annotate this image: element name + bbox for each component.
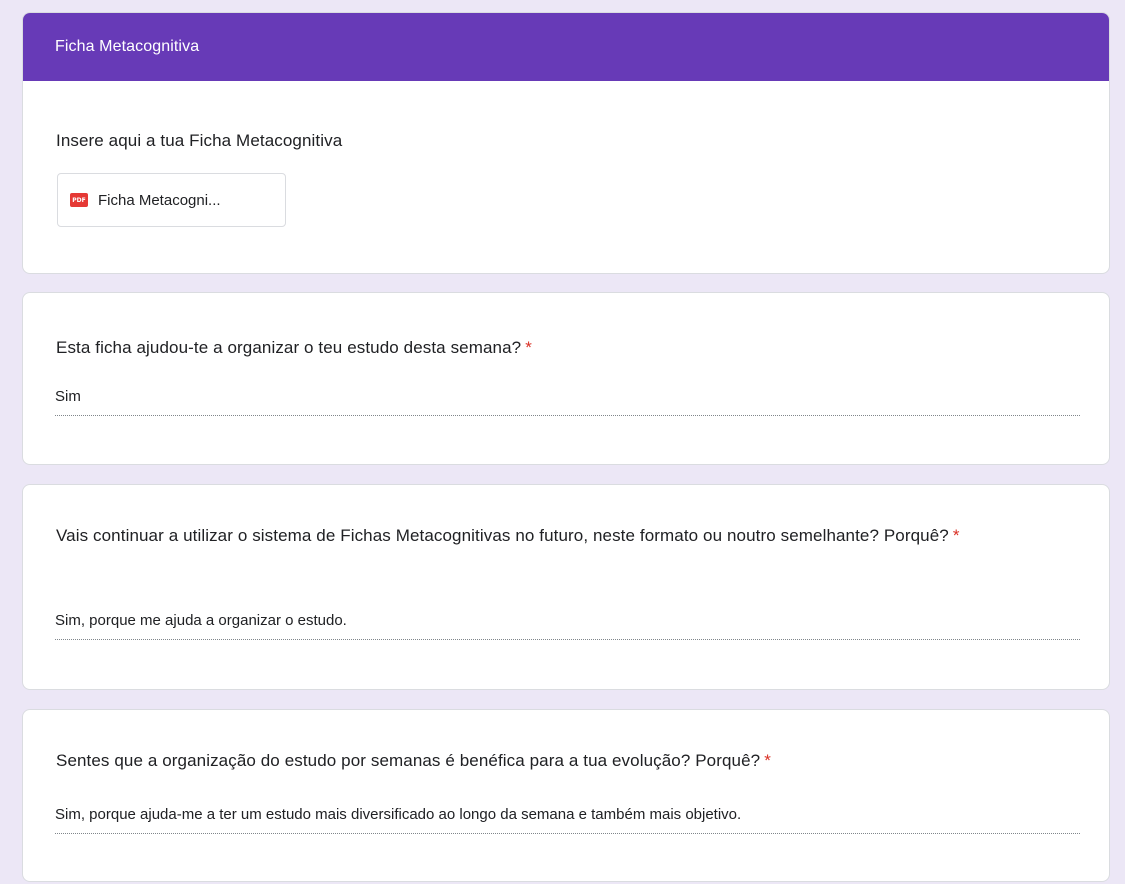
uploaded-file-chip[interactable]: PDF Ficha Metacogni... <box>57 173 286 227</box>
question-card: Esta ficha ajudou-te a organizar o teu e… <box>22 292 1110 465</box>
answer-field[interactable]: Sim, porque ajuda-me a ter um estudo mai… <box>55 805 1080 834</box>
question-text: Vais continuar a utilizar o sistema de F… <box>56 526 949 545</box>
question-title: Esta ficha ajudou-te a organizar o teu e… <box>56 333 1069 363</box>
answer-field[interactable]: Sim, porque me ajuda a organizar o estud… <box>55 611 1080 640</box>
section-header: Ficha Metacognitiva <box>23 13 1109 81</box>
section-title: Ficha Metacognitiva <box>55 38 200 55</box>
question-card: Sentes que a organização do estudo por s… <box>22 709 1110 882</box>
upload-question-card: Ficha Metacognitiva Insere aqui a tua Fi… <box>22 12 1110 274</box>
required-asterisk: * <box>764 751 771 770</box>
required-asterisk: * <box>952 526 960 545</box>
question-card: Vais continuar a utilizar o sistema de F… <box>22 484 1110 690</box>
uploaded-file-name: Ficha Metacogni... <box>98 191 221 209</box>
answer-field[interactable]: Sim <box>55 387 1080 416</box>
question-title: Vais continuar a utilizar o sistema de F… <box>56 521 1069 551</box>
question-text: Sentes que a organização do estudo por s… <box>56 751 761 770</box>
required-asterisk: * <box>525 338 532 357</box>
pdf-icon: PDF <box>70 193 88 207</box>
question-text: Esta ficha ajudou-te a organizar o teu e… <box>56 338 522 357</box>
question-title: Sentes que a organização do estudo por s… <box>56 746 1069 776</box>
upload-question-title: Insere aqui a tua Ficha Metacognitiva <box>56 131 343 150</box>
